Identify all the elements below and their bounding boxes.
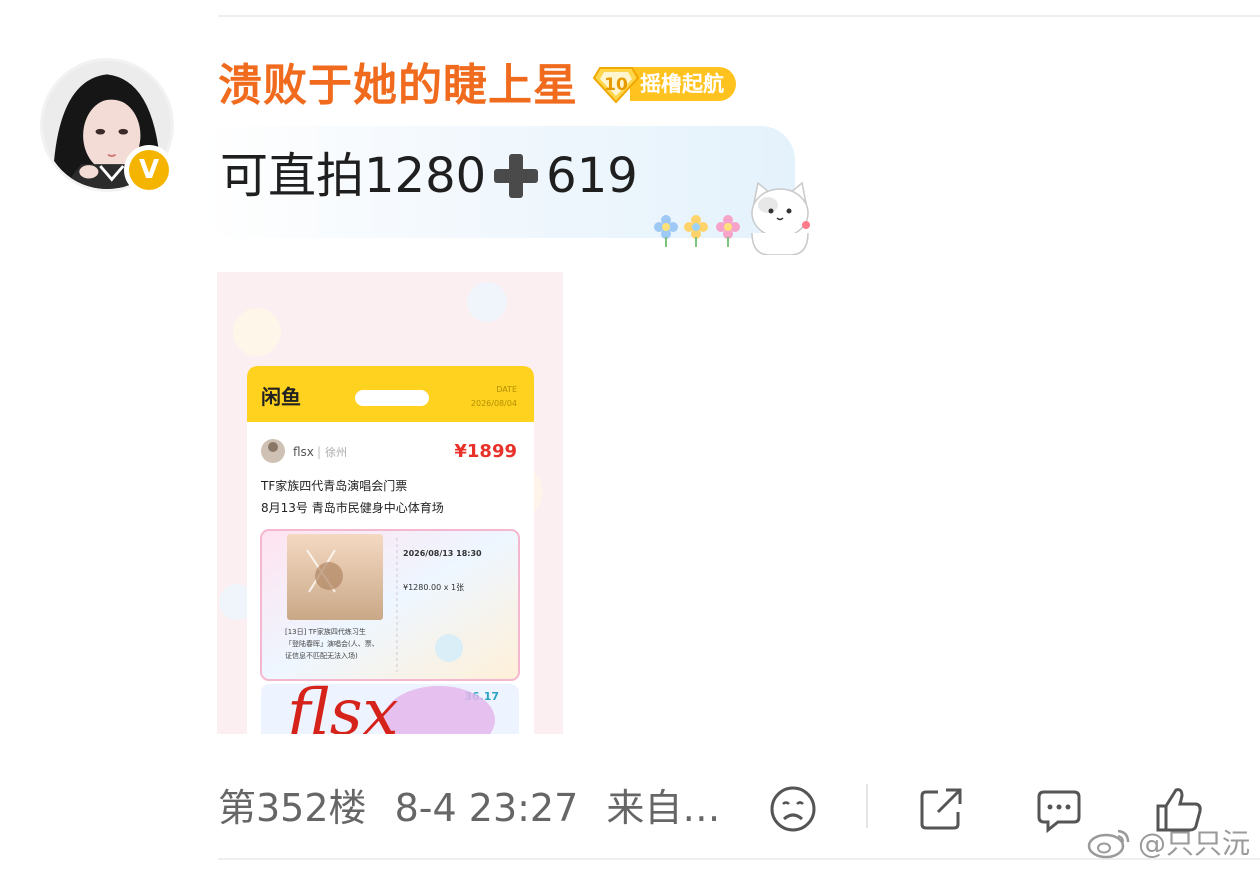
svg-text:10: 10	[604, 75, 628, 95]
xianyu-logo: 闲鱼	[261, 385, 301, 409]
svg-text:¥1280.00 x 1张: ¥1280.00 x 1张	[403, 583, 464, 592]
share-icon[interactable]	[916, 784, 966, 834]
level-diamond-icon: 10	[592, 64, 640, 104]
level-badge[interactable]: 10 摇橹起航	[592, 64, 736, 104]
svg-text:8月13号 青岛市民健身中心体育场: 8月13号 青岛市民健身中心体育场	[261, 500, 444, 515]
attached-image[interactable]: 闲鱼 DATE 2026/08/04 flsx | 徐州 ¥1899 TF家族四…	[217, 272, 563, 734]
top-divider	[218, 15, 1260, 17]
bubble-decoration-icon	[654, 181, 810, 255]
post-source[interactable]: 来自…	[606, 786, 720, 830]
username[interactable]: 溃败于她的睫上星	[218, 58, 578, 114]
sad-face-icon[interactable]	[768, 784, 818, 834]
svg-text:2026/08/13 18:30: 2026/08/13 18:30	[403, 549, 482, 558]
separator	[866, 784, 868, 828]
svg-text:DATE: DATE	[496, 385, 517, 394]
comment-suffix: 619	[546, 148, 638, 204]
badge-label: 摇橹起航	[630, 67, 736, 101]
floor-info: 第352楼 8-4 23:27 来自…	[218, 778, 736, 838]
svg-text:2026/08/04: 2026/08/04	[471, 399, 517, 408]
comment-icon[interactable]	[1034, 784, 1084, 834]
comment-main: 可直拍1280	[220, 148, 487, 204]
post-time: 8-4 23:27	[394, 786, 579, 830]
weibo-logo-icon	[1087, 829, 1130, 859]
svg-text:证信息不匹配无法入场): 证信息不匹配无法入场)	[285, 651, 358, 660]
floor-number: 第352楼	[218, 786, 367, 830]
svg-text:|: |	[317, 445, 321, 459]
svg-text:「登陆春晖」演唱会(人、票、: 「登陆春晖」演唱会(人、票、	[285, 639, 379, 648]
svg-text:flsx: flsx	[293, 445, 314, 459]
watermark-text: @只只沅	[1137, 827, 1250, 860]
handwriting-flsx: flsx	[283, 676, 399, 734]
svg-text:徐州: 徐州	[325, 445, 347, 459]
svg-text:[13日] TF家族四代练习生: [13日] TF家族四代练习生	[285, 627, 366, 636]
comment-text[interactable]: 可直拍1280 619	[220, 146, 638, 206]
verified-v-icon: V	[124, 145, 174, 195]
watermark: @只只沅	[1086, 822, 1250, 862]
svg-text:¥1899: ¥1899	[454, 441, 517, 462]
svg-text:TF家族四代青岛演唱会门票: TF家族四代青岛演唱会门票	[260, 478, 407, 493]
plus-emoji-icon	[494, 154, 539, 198]
